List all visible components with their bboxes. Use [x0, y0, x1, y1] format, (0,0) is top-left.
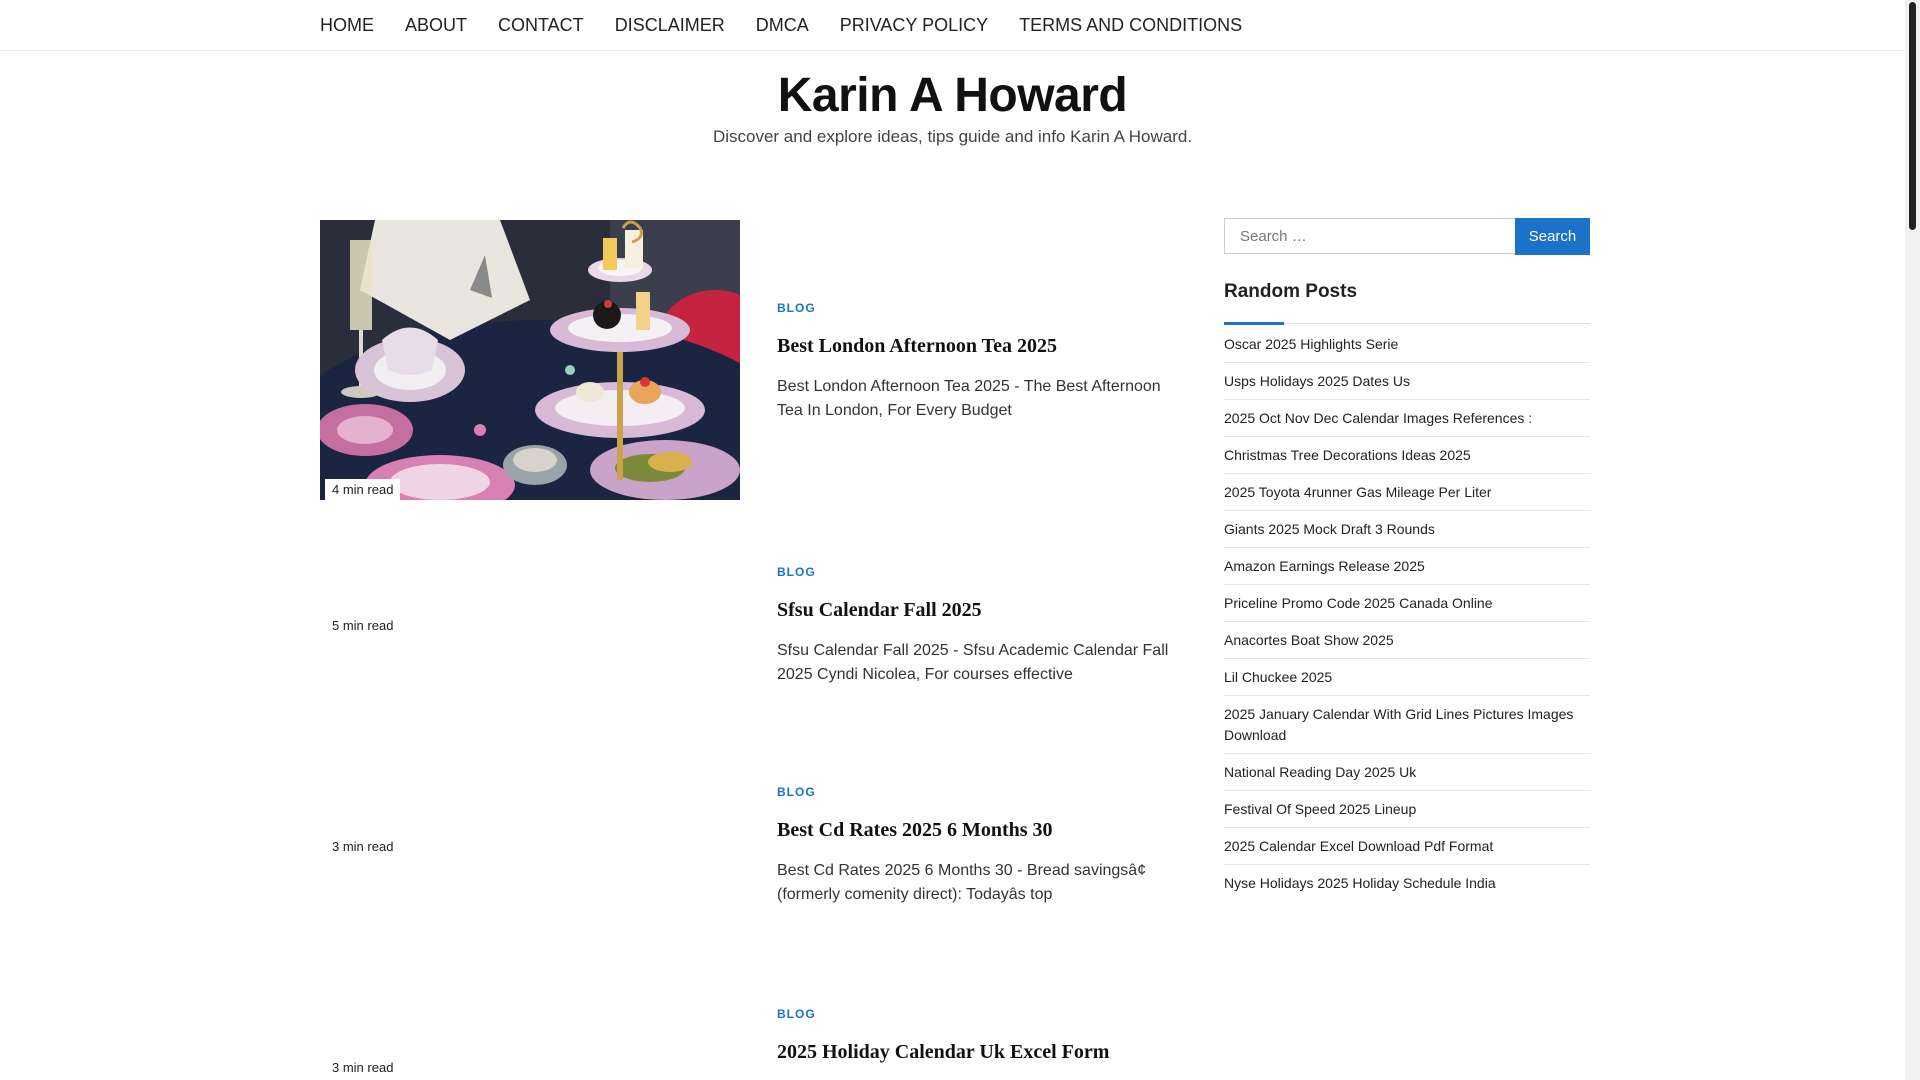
post-category-link[interactable]: BLOG [777, 1006, 1177, 1022]
post-category-link[interactable]: BLOG [777, 564, 1177, 580]
post-card: 3 min read BLOG 2025 Holiday Calendar Uk… [320, 997, 1180, 1080]
random-posts-heading: Random Posts [1224, 281, 1358, 302]
nav-item-contact[interactable]: CONTACT [498, 0, 584, 50]
random-post-link[interactable]: 2025 January Calendar With Grid Lines Pi… [1224, 696, 1590, 754]
read-time-badge: 4 min read [325, 479, 401, 501]
random-post-link[interactable]: 2025 Oct Nov Dec Calendar Images Referen… [1224, 400, 1590, 437]
post-content: BLOG 2025 Holiday Calendar Uk Excel Form [777, 1006, 1177, 1065]
random-post-link[interactable]: Lil Chuckee 2025 [1224, 659, 1590, 696]
page-scrollbar[interactable] [1905, 0, 1920, 1080]
post-title-link[interactable]: Best London Afternoon Tea 2025 [777, 333, 1177, 359]
scrollbar-thumb[interactable] [1909, 2, 1916, 230]
random-post-link[interactable]: Festival Of Speed 2025 Lineup [1224, 791, 1590, 828]
post-content: BLOG Sfsu Calendar Fall 2025 Sfsu Calend… [777, 564, 1177, 687]
random-post-link[interactable]: 2025 Toyota 4runner Gas Mileage Per Lite… [1224, 474, 1590, 511]
post-content: BLOG Best Cd Rates 2025 6 Months 30 Best… [777, 784, 1177, 907]
random-post-link[interactable]: Priceline Promo Code 2025 Canada Online [1224, 585, 1590, 622]
random-post-link[interactable]: Oscar 2025 Highlights Serie [1224, 326, 1590, 363]
random-post-link[interactable]: Giants 2025 Mock Draft 3 Rounds [1224, 511, 1590, 548]
random-posts-list: Oscar 2025 Highlights Serie Usps Holiday… [1224, 326, 1590, 901]
post-thumbnail[interactable]: 5 min read [320, 555, 740, 655]
random-post-link[interactable]: 2025 Calendar Excel Download Pdf Format [1224, 828, 1590, 865]
post-card: 4 min read BLOG Best London Afternoon Te… [320, 220, 1180, 505]
post-card: 3 min read BLOG Best Cd Rates 2025 6 Mon… [320, 776, 1180, 916]
random-post-link[interactable]: Amazon Earnings Release 2025 [1224, 548, 1590, 585]
read-time-badge: 3 min read [325, 1057, 401, 1079]
nav-item-disclaimer[interactable]: DISCLAIMER [615, 0, 725, 50]
read-time-badge: 3 min read [325, 836, 401, 858]
nav-menu: HOME ABOUT CONTACT DISCLAIMER DMCA PRIVA… [320, 0, 1273, 50]
afternoon-tea-image[interactable] [320, 220, 740, 500]
random-post-link[interactable]: Usps Holidays 2025 Dates Us [1224, 363, 1590, 400]
post-title-link[interactable]: 2025 Holiday Calendar Uk Excel Form [777, 1039, 1177, 1065]
search-button[interactable]: Search [1515, 218, 1590, 255]
post-title-link[interactable]: Best Cd Rates 2025 6 Months 30 [777, 817, 1177, 843]
nav-item-dmca[interactable]: DMCA [756, 0, 809, 50]
random-post-link[interactable]: National Reading Day 2025 Uk [1224, 754, 1590, 791]
post-card: 5 min read BLOG Sfsu Calendar Fall 2025 … [320, 555, 1180, 695]
post-excerpt: Best London Afternoon Tea 2025 - The Bes… [777, 378, 1161, 419]
post-thumbnail[interactable]: 3 min read [320, 776, 740, 876]
read-time-badge: 5 min read [325, 615, 401, 637]
random-post-link[interactable]: Nyse Holidays 2025 Holiday Schedule Indi… [1224, 865, 1590, 901]
site-title[interactable]: Karin A Howard [0, 68, 1905, 124]
nav-item-terms[interactable]: TERMS AND CONDITIONS [1019, 0, 1242, 50]
post-category-link[interactable]: BLOG [777, 300, 1177, 316]
post-thumbnail[interactable]: 4 min read [320, 220, 740, 501]
post-title-link[interactable]: Sfsu Calendar Fall 2025 [777, 597, 1177, 623]
post-category-link[interactable]: BLOG [777, 784, 1177, 800]
nav-item-about[interactable]: ABOUT [405, 0, 467, 50]
post-excerpt: Sfsu Calendar Fall 2025 - Sfsu Academic … [777, 642, 1169, 683]
post-content: BLOG Best London Afternoon Tea 2025 Best… [777, 300, 1177, 423]
widget-accent-bar [1224, 322, 1284, 325]
site-description: Discover and explore ideas, tips guide a… [712, 127, 1193, 146]
post-excerpt: Best Cd Rates 2025 6 Months 30 - Bread s… [777, 862, 1147, 903]
nav-item-privacy-policy[interactable]: PRIVACY POLICY [840, 0, 988, 50]
search-input[interactable] [1224, 218, 1532, 254]
top-navigation: HOME ABOUT CONTACT DISCLAIMER DMCA PRIVA… [0, 0, 1905, 51]
post-thumbnail[interactable]: 3 min read [320, 997, 740, 1080]
random-post-link[interactable]: Anacortes Boat Show 2025 [1224, 622, 1590, 659]
nav-item-home[interactable]: HOME [320, 0, 374, 50]
random-post-link[interactable]: Christmas Tree Decorations Ideas 2025 [1224, 437, 1590, 474]
